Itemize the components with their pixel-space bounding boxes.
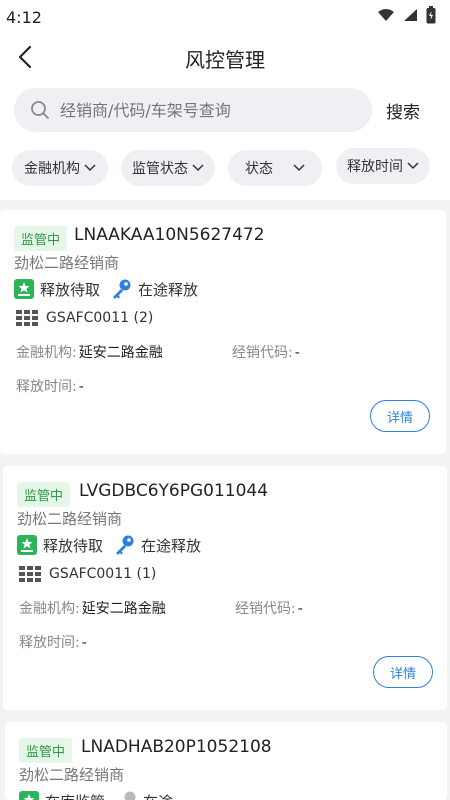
tag-in-stock: 在库监管 — [19, 791, 105, 800]
status-bar: 4:12 — [0, 0, 450, 34]
grid-icon — [16, 310, 38, 326]
release-pending-icon — [17, 535, 37, 555]
dealer-code-label: 经销代码: — [232, 345, 293, 361]
chevron-down-icon — [84, 164, 96, 172]
tag-label: 在库监管 — [45, 791, 105, 800]
dealer-name: 劲松二路经销商 — [19, 766, 125, 784]
finance-field: 金融机构: 延安二路金融 — [16, 342, 163, 362]
dealer-code-field: 经销代码: - — [232, 342, 300, 362]
search-row: 搜索 — [0, 80, 450, 144]
status-badge: 监管中 — [14, 226, 68, 251]
release-time-value: - — [78, 379, 84, 395]
nav-bar: 风控管理 — [0, 34, 450, 80]
battery-icon — [426, 6, 436, 24]
finance-label: 金融机构: — [16, 345, 77, 361]
filter-supervision-status[interactable]: 监管状态 — [121, 150, 215, 186]
vin-number: LNADHAB20P1052108 — [81, 737, 272, 757]
release-time-field: 释放时间: - — [16, 376, 84, 396]
finance-label: 金融机构: — [19, 601, 80, 617]
tag-label: 在途释放 — [141, 536, 202, 555]
filter-label: 状态 — [245, 161, 273, 177]
status-icons — [377, 6, 436, 24]
chevron-down-icon — [192, 164, 204, 172]
search-box[interactable] — [14, 88, 372, 132]
detail-button[interactable]: 详情 — [370, 400, 430, 432]
search-icon — [30, 100, 50, 120]
key-icon — [113, 279, 131, 299]
release-pending-icon — [14, 279, 34, 299]
tag-in-transit: 在途 — [115, 790, 173, 800]
grid-icon — [19, 566, 41, 582]
search-input[interactable] — [60, 100, 350, 120]
gsa-code: GSAFC0011 (1) — [49, 566, 157, 582]
tag-label: 释放待取 — [40, 280, 101, 299]
tag-label: 在途释放 — [138, 280, 199, 299]
filter-label: 金融机构 — [24, 161, 80, 177]
gsa-code: GSAFC0011 (2) — [46, 310, 154, 326]
finance-value: 延安二路金融 — [81, 601, 166, 617]
signal-icon — [404, 9, 417, 21]
finance-field: 金融机构: 延安二路金融 — [19, 598, 166, 618]
vehicle-card[interactable]: 监管中 LNAAKAA10N5627472 劲松二路经销商 释放待取 在途释放 … — [0, 210, 446, 454]
tag-label: 释放待取 — [43, 536, 104, 555]
release-time-label: 释放时间: — [16, 379, 77, 395]
filter-finance-institution[interactable]: 金融机构 — [12, 150, 108, 186]
tag-row: 释放待取 在途释放 — [17, 534, 211, 556]
tag-release-pending: 释放待取 — [17, 535, 103, 556]
dealer-name: 劲松二路经销商 — [17, 510, 123, 528]
filter-label: 监管状态 — [132, 161, 188, 177]
tag-row: 在库监管 在途 — [19, 790, 183, 800]
dealer-code-label: 经销代码: — [235, 601, 296, 617]
dealer-code-field: 经销代码: - — [235, 598, 303, 618]
filter-label: 释放时间 — [347, 159, 403, 175]
gsa-row: GSAFC0011 (2) — [16, 310, 153, 326]
status-badge: 监管中 — [19, 738, 73, 763]
vin-number: LNAAKAA10N5627472 — [74, 225, 265, 245]
chevron-down-icon — [407, 162, 419, 170]
release-time-value: - — [81, 635, 87, 651]
gsa-row: GSAFC0011 (1) — [19, 566, 156, 582]
release-time-label: 释放时间: — [19, 635, 80, 651]
vehicle-card[interactable]: 监管中 LVGDBC6Y6PG011044 劲松二路经销商 释放待取 在途释放 … — [3, 466, 447, 710]
tag-transit-release: 在途释放 — [113, 534, 201, 556]
filter-status[interactable]: 状态 — [228, 150, 322, 186]
key-icon — [116, 535, 134, 555]
finance-value: 延安二路金融 — [78, 345, 163, 361]
dealer-code-value: - — [294, 345, 300, 361]
release-time-field: 释放时间: - — [19, 632, 87, 652]
wifi-icon — [378, 9, 394, 21]
dealer-code-value: - — [297, 601, 303, 617]
chevron-down-icon — [293, 164, 305, 172]
page-title: 风控管理 — [185, 48, 265, 72]
vin-number: LVGDBC6Y6PG011044 — [79, 481, 269, 501]
tag-release-pending: 释放待取 — [14, 279, 100, 300]
filter-release-time[interactable]: 释放时间 — [336, 148, 430, 184]
tag-label: 在途 — [143, 791, 173, 800]
filter-row: 金融机构 监管状态 状态 释放时间 — [0, 144, 450, 200]
tag-row: 释放待取 在途释放 — [14, 278, 208, 300]
detail-button[interactable]: 详情 — [373, 656, 433, 688]
status-badge: 监管中 — [17, 482, 71, 507]
release-pending-icon — [19, 791, 39, 800]
key-icon — [124, 791, 136, 800]
search-button[interactable]: 搜索 — [386, 98, 420, 123]
dealer-name: 劲松二路经销商 — [14, 254, 120, 272]
status-time: 4:12 — [6, 8, 42, 27]
vehicle-card[interactable]: 监管中 LNADHAB20P1052108 劲松二路经销商 在库监管 在途 — [5, 722, 447, 800]
tag-transit-release: 在途释放 — [110, 278, 198, 300]
